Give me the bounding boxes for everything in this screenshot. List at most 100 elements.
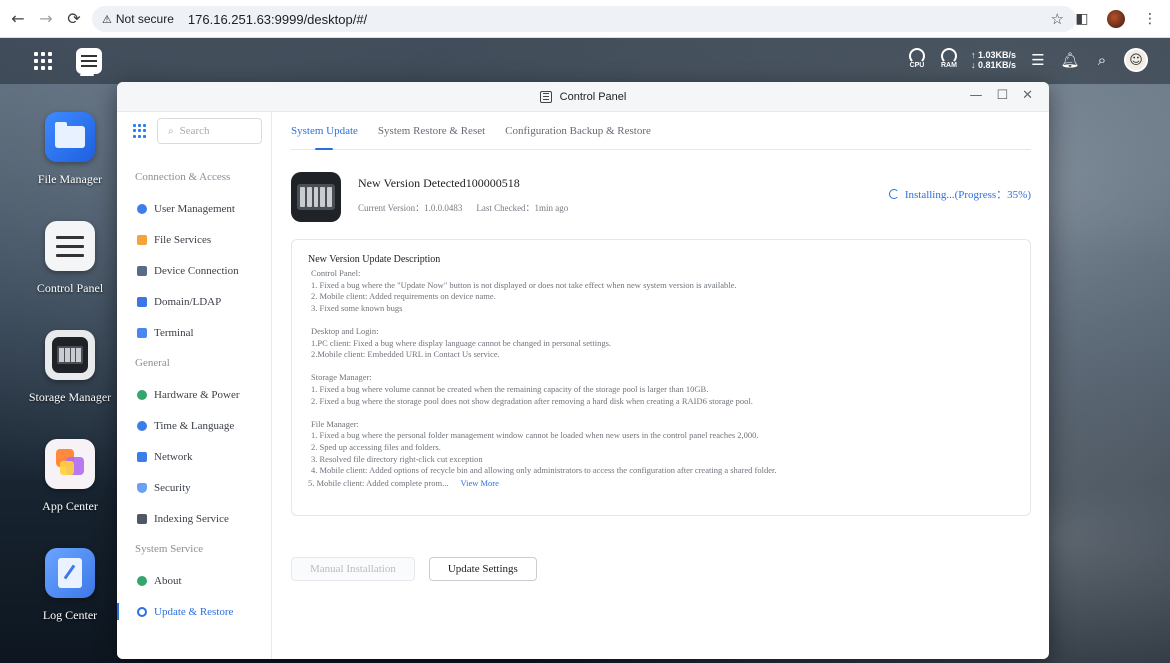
sidebar-item-label: Indexing Service [154,512,229,525]
domain-icon [137,296,147,307]
tab-system-update[interactable]: System Update [291,112,358,150]
description-line: Desktop and Login: [311,325,379,336]
sidebar-item-domain-ldap[interactable]: Domain/LDAP [117,286,272,317]
sidebar-item-hardware-power[interactable]: Hardware & Power [117,379,272,410]
new-version-title: New Version Detected100000518 [358,176,520,190]
sidebar-item-time-language[interactable]: Time & Language [117,410,272,441]
sidebar-item-label: Update & Restore [154,605,234,618]
loading-spinner-icon [888,189,899,199]
window-title: Control Panel [559,90,627,103]
reload-icon[interactable]: ⟳ [60,5,88,33]
window-titlebar[interactable]: Control Panel [117,82,1049,112]
description-line: File Manager: [311,418,359,429]
description-line: 2. Mobile client: Added requirements on … [311,291,496,302]
download-speed: ↓ 0.81KB/s [970,60,1016,70]
sidebar-item-label: Hardware & Power [154,388,240,401]
bookmark-star-icon[interactable]: ☆ [1051,10,1064,28]
sidebar-item-device-connection[interactable]: Device Connection [117,255,272,286]
description-line: 1. Fixed a bug where the personal folder… [311,430,759,441]
url-text[interactable]: 176.16.251.63:9999/desktop/#/ [188,12,367,27]
desktop-icon-file-manager[interactable]: File Manager [10,112,130,187]
last-checked: Last Checked：1min ago [476,203,569,213]
maximize-icon[interactable]: ☐ [996,88,1008,103]
notification-bell-icon[interactable]: 🔔︎ [1060,50,1080,70]
nas-desktop: CPU RAM ↑ 1.03KB/s ↓ 0.81KB/s ☰ 🔔︎ ⌕ ☺ F… [0,38,1170,663]
current-version: Current Version：1.0.0.0483 [358,203,463,213]
desktop-icon-control-panel[interactable]: Control Panel [10,221,130,296]
back-arrow-icon[interactable]: ← [4,5,32,33]
all-settings-grid-icon[interactable] [133,124,147,138]
sidebar-item-user-management[interactable]: User Management [117,193,272,224]
user-avatar[interactable]: ☺ [1124,48,1148,72]
app-launcher-grid-icon[interactable] [30,48,56,74]
version-info: New Version Detected100000518 Current Ve… [291,172,1031,224]
sidebar-section-system-service: System Service [135,543,204,555]
manual-installation-button[interactable]: Manual Installation [291,557,415,581]
browser-menu-icon[interactable]: ⋮ [1138,7,1162,31]
refresh-icon [137,606,147,617]
desktop-icon-label: App Center [42,499,98,513]
power-icon [137,389,147,400]
desktop-icon-label: Storage Manager [28,390,112,404]
sidebar-item-label: Device Connection [154,264,239,277]
desktop-icon-label: Control Panel [36,281,104,295]
minimize-icon[interactable]: — [969,88,982,103]
description-truncated-line: 5. Mobile client: Added complete prom... [308,477,449,488]
sidebar-item-indexing-service[interactable]: Indexing Service [117,503,272,534]
sidebar: ⌕ Search Connection & Access User Manage… [117,112,272,659]
not-secure-indicator[interactable]: ⚠ Not secure [102,12,174,26]
folder-icon [137,234,147,245]
sidebar-item-label: User Management [154,202,235,215]
update-description-box: New Version Update Description Control P… [291,239,1031,516]
cpu-label: CPU [909,62,925,69]
task-list-icon[interactable]: ☰ [1028,50,1048,70]
profile-avatar[interactable] [1104,7,1128,31]
active-app-indicator [80,74,94,76]
install-progress: Installing...(Progress：35%) [888,186,1031,202]
sidebar-item-update-restore[interactable]: Update & Restore [117,596,272,627]
desktop-icon-storage-manager[interactable]: Storage Manager [10,330,130,405]
desktop-icon-log-center[interactable]: Log Center [10,548,130,623]
sidebar-item-security[interactable]: Security [117,472,272,503]
not-secure-label: Not secure [115,12,174,26]
description-line: Control Panel: [311,268,361,278]
sidebar-item-label: Time & Language [154,419,235,432]
main-content: System Update System Restore & Reset Con… [273,112,1049,659]
globe-icon [137,420,147,431]
description-line: 1. Fixed a bug where volume cannot be cr… [311,383,709,394]
update-settings-button[interactable]: Update Settings [428,557,537,581]
cpu-gauge-icon[interactable]: CPU [907,48,927,72]
view-more-link[interactable]: View More [460,478,498,490]
sidebar-item-file-services[interactable]: File Services [117,224,272,255]
tab-bar: System Update System Restore & Reset Con… [291,112,1031,150]
desktop-taskbar: CPU RAM ↑ 1.03KB/s ↓ 0.81KB/s ☰ 🔔︎ ⌕ ☺ [0,38,1170,84]
forward-arrow-icon[interactable]: → [32,5,60,33]
control-panel-taskbar-icon[interactable] [76,48,102,74]
sidebar-section-connection-access: Connection & Access [135,171,231,183]
search-input[interactable]: ⌕ Search [157,118,262,144]
nas-device-icon [291,172,341,222]
desktop-icon-app-center[interactable]: App Center [10,439,130,514]
shield-icon [137,482,147,493]
network-icon [137,451,147,462]
tab-system-restore-reset[interactable]: System Restore & Reset [378,112,485,150]
ram-gauge-icon[interactable]: RAM [939,48,959,72]
search-icon[interactable]: ⌕ [1092,50,1112,70]
sidebar-item-label: About [154,574,182,587]
description-line: 2. Fixed a bug where the storage pool do… [311,395,753,406]
description-line: 1. Fixed a bug where the "Update Now" bu… [311,279,737,290]
sidebar-item-about[interactable]: About [117,565,272,596]
tab-configuration-backup-restore[interactable]: Configuration Backup & Restore [505,112,651,150]
device-icon [137,265,147,276]
sidebar-item-label: File Services [154,233,212,246]
side-panel-icon[interactable]: ◧ [1070,7,1094,31]
address-bar[interactable]: ⚠ Not secure 176.16.251.63:9999/desktop/#… [92,6,1076,32]
sidebar-item-terminal[interactable]: Terminal [117,317,272,348]
sidebar-list: Connection & Access User Management File… [117,162,272,627]
sidebar-item-label: Domain/LDAP [154,295,222,308]
sidebar-item-network[interactable]: Network [117,441,272,472]
sidebar-item-label: Security [154,481,191,494]
close-icon[interactable]: ✕ [1022,88,1033,103]
description-line: 2.Mobile client: Embedded URL in Contact… [311,349,500,360]
